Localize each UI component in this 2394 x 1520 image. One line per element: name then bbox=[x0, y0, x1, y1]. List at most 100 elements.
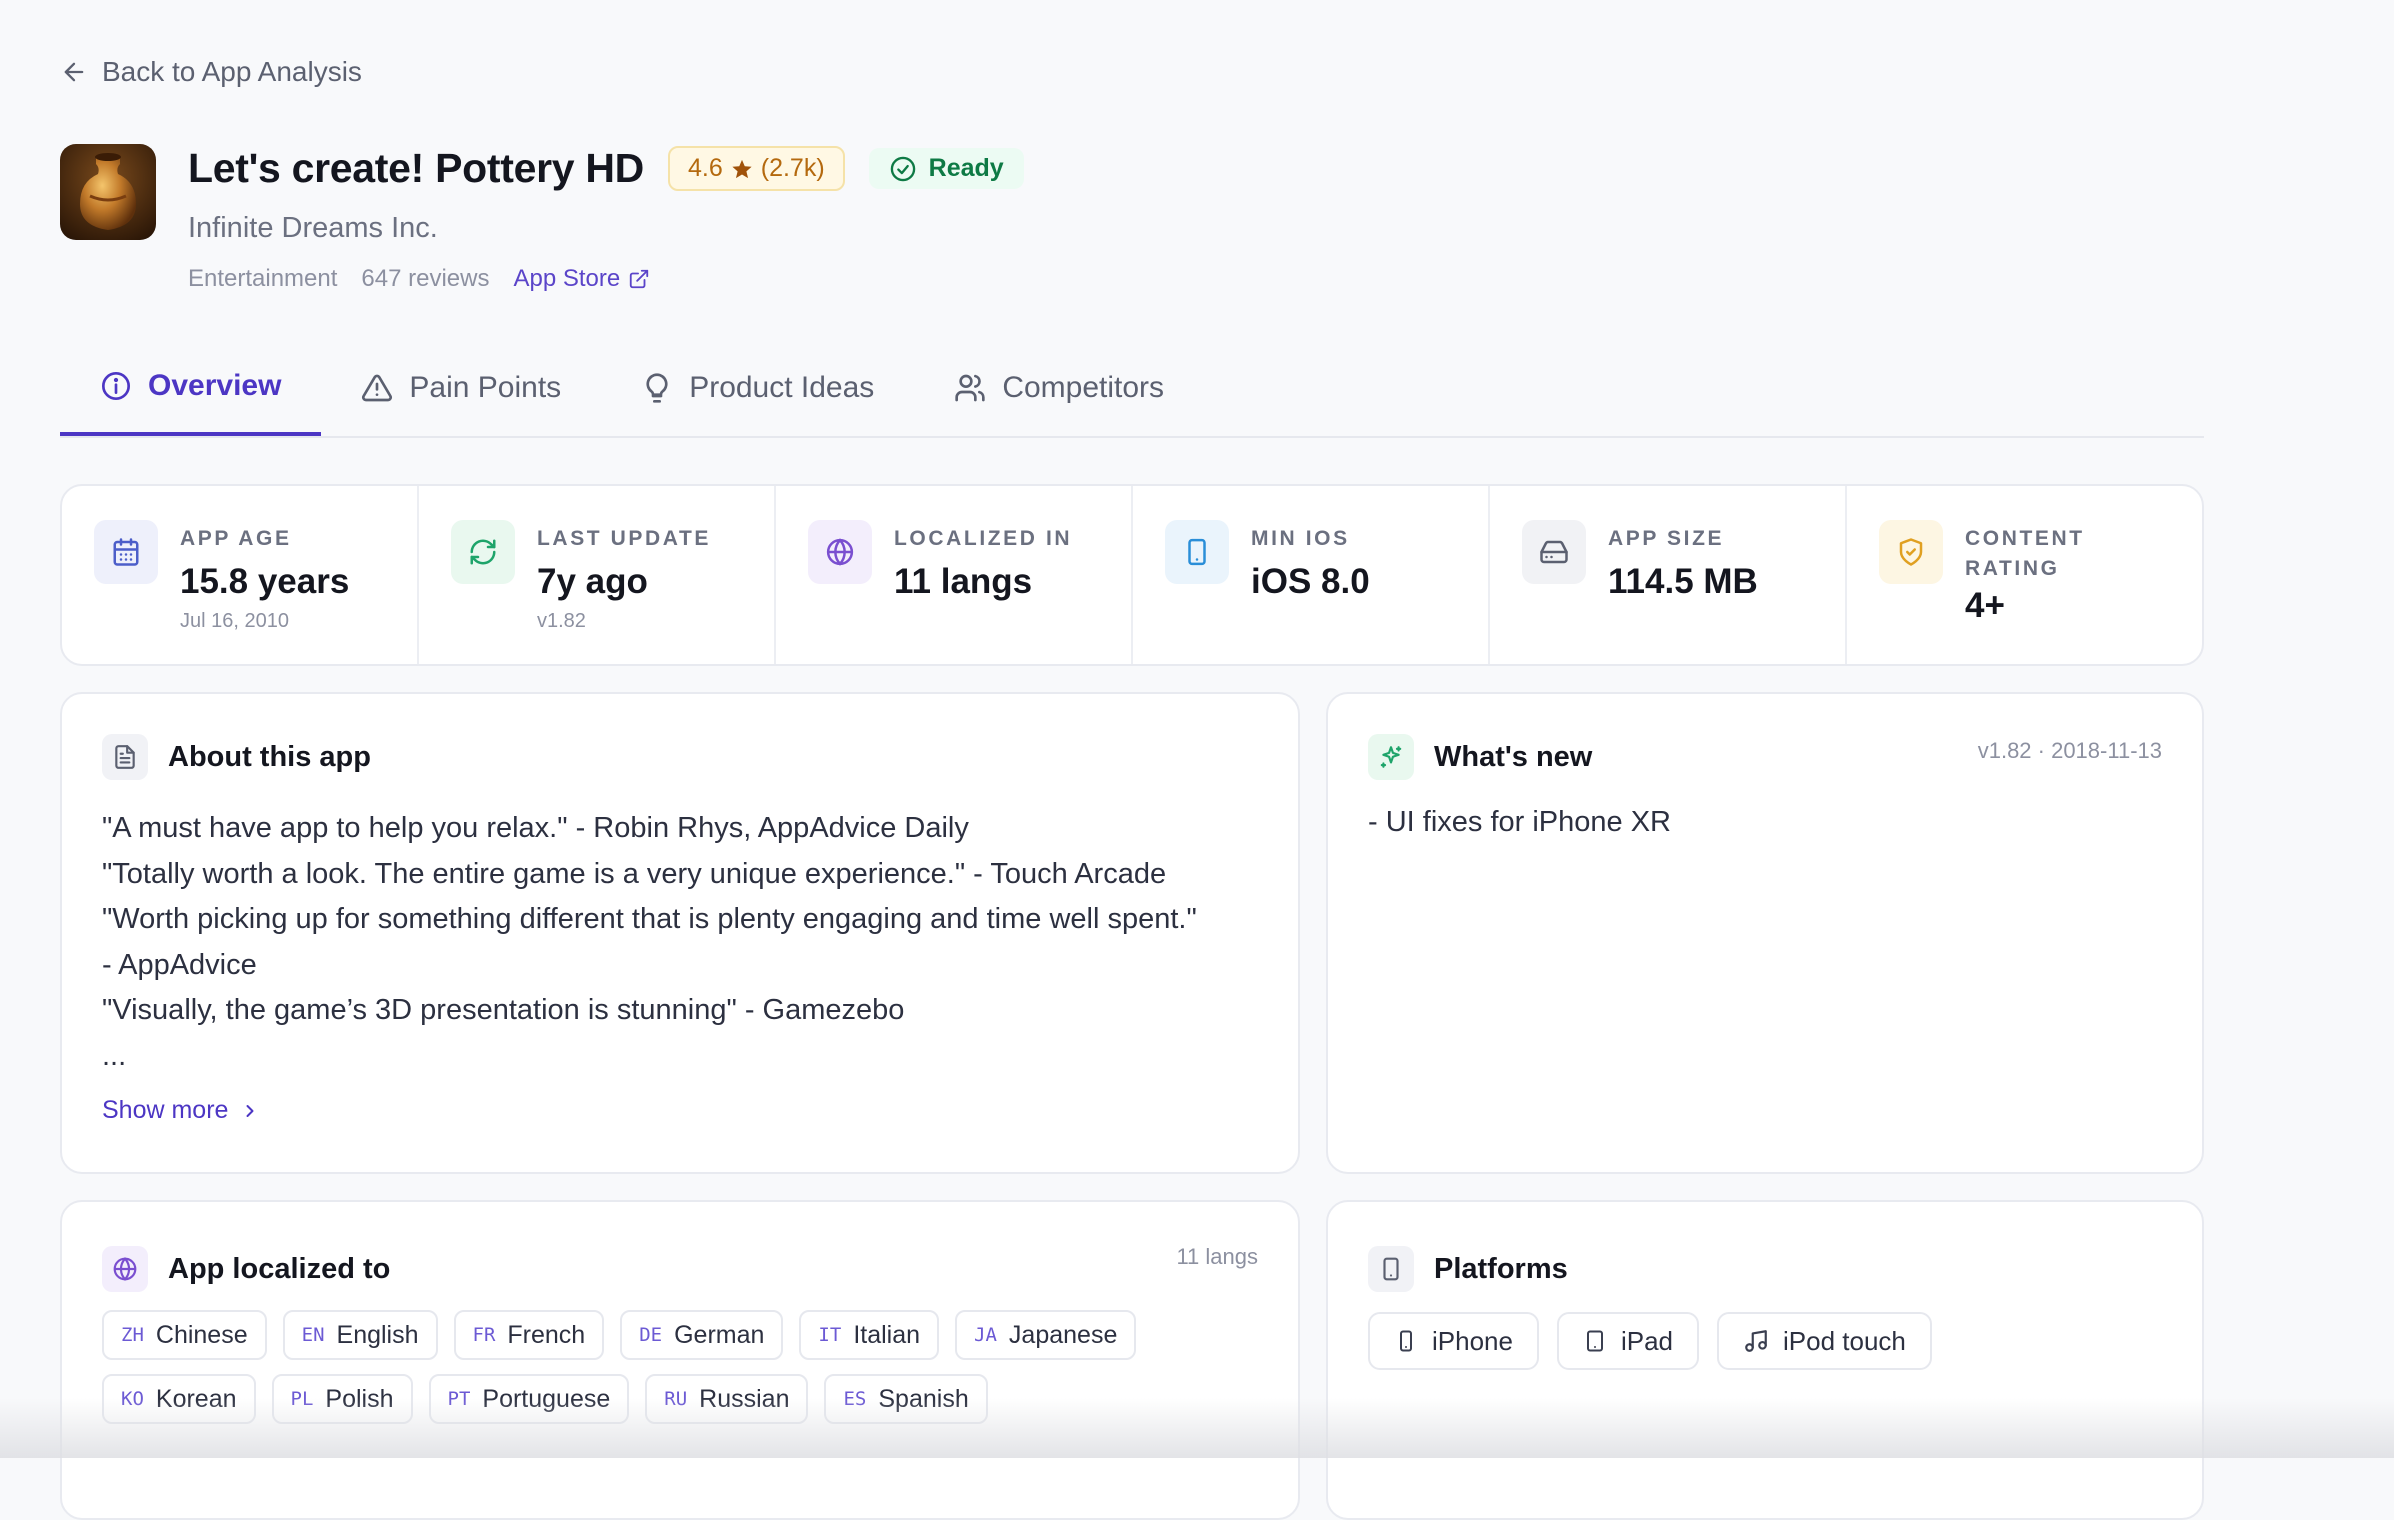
tab-bar: Overview Pain Points Product Ideas Compe… bbox=[60, 340, 2204, 438]
platform-ipod-touch[interactable]: iPod touch bbox=[1717, 1312, 1932, 1370]
language-chip: ES Spanish bbox=[824, 1374, 988, 1424]
music-icon bbox=[1743, 1328, 1769, 1354]
check-circle-icon bbox=[889, 155, 917, 183]
language-name: Japanese bbox=[1008, 1320, 1118, 1349]
language-code: RU bbox=[664, 1388, 688, 1410]
platform-iphone[interactable]: iPhone bbox=[1368, 1312, 1539, 1370]
card-title: About this app bbox=[168, 740, 371, 773]
language-chip: ZH Chinese bbox=[102, 1310, 267, 1360]
stat-app-size: APP SIZE 114.5 MB bbox=[1490, 486, 1847, 664]
app-icon bbox=[60, 144, 156, 240]
stat-label: APP SIZE bbox=[1608, 527, 1725, 550]
about-line: "Worth picking up for something differen… bbox=[102, 903, 1197, 935]
tablet-icon bbox=[1165, 520, 1229, 584]
refresh-icon bbox=[451, 520, 515, 584]
chevron-right-icon bbox=[240, 1101, 260, 1121]
card-title: Platforms bbox=[1434, 1252, 1568, 1285]
tab-label: Competitors bbox=[1002, 371, 1165, 404]
stat-last-update: LAST UPDATE 7y ago v1.82 bbox=[419, 486, 776, 664]
language-code: ZH bbox=[121, 1324, 144, 1346]
status-badge: Ready bbox=[868, 148, 1024, 189]
tab-competitors[interactable]: Competitors bbox=[914, 340, 1204, 436]
tablet-icon bbox=[1368, 1246, 1414, 1292]
about-line: "Visually, the game’s 3D presentation is… bbox=[102, 994, 905, 1026]
stat-value: 11 langs bbox=[894, 562, 1033, 601]
star-icon bbox=[731, 158, 753, 180]
phone-icon bbox=[1394, 1329, 1418, 1353]
review-count: 647 reviews bbox=[361, 265, 490, 292]
language-chip: RU Russian bbox=[645, 1374, 809, 1424]
platform-label: iPhone bbox=[1432, 1325, 1513, 1356]
app-title: Let's create! Pottery HD bbox=[188, 145, 644, 191]
stat-localized: LOCALIZED IN 11 langs bbox=[776, 486, 1133, 664]
language-chip: KO Korean bbox=[102, 1374, 256, 1424]
developer-name: Infinite Dreams Inc. bbox=[188, 212, 438, 244]
app-meta: Entertainment 647 reviews App Store bbox=[188, 265, 650, 293]
language-chip: PT Portuguese bbox=[428, 1374, 630, 1424]
stat-label: CONTENT RATING bbox=[1965, 527, 2085, 580]
about-description: "A must have app to help you relax." - R… bbox=[102, 806, 1302, 1079]
about-line: - AppAdvice bbox=[102, 948, 257, 981]
rating-value: 4.6 bbox=[687, 154, 723, 182]
language-chip: JA Japanese bbox=[955, 1310, 1137, 1360]
status-label: Ready bbox=[928, 154, 1004, 182]
about-line: "Totally worth a look. The entire game i… bbox=[102, 857, 1167, 890]
language-code: FR bbox=[472, 1324, 496, 1346]
stat-min-ios: MIN IOS iOS 8.0 bbox=[1133, 486, 1490, 664]
tab-label: Product Ideas bbox=[689, 371, 875, 404]
stat-app-age: APP AGE 15.8 years Jul 16, 2010 bbox=[62, 486, 419, 664]
platforms-header: Platforms bbox=[1368, 1246, 1568, 1292]
stat-value: 4+ bbox=[1965, 586, 2005, 625]
language-count: 11 langs bbox=[1176, 1244, 1258, 1269]
language-chip: EN English bbox=[282, 1310, 438, 1360]
stat-label: LOCALIZED IN bbox=[894, 527, 1073, 550]
back-link[interactable]: Back to App Analysis bbox=[60, 56, 362, 88]
language-code: DE bbox=[639, 1324, 663, 1346]
language-code: JA bbox=[974, 1324, 997, 1346]
arrow-left-icon bbox=[60, 58, 88, 86]
about-line: ... bbox=[102, 1039, 127, 1072]
lightbulb-icon bbox=[641, 372, 673, 404]
info-icon bbox=[100, 370, 132, 402]
calendar-icon bbox=[94, 520, 158, 584]
language-list: ZH Chinese EN English FR French DE German IT Ital… bbox=[102, 1310, 1262, 1424]
language-chip: DE German bbox=[620, 1310, 784, 1360]
language-name: English bbox=[336, 1320, 419, 1349]
card-title: What's new bbox=[1434, 740, 1593, 773]
about-header: About this app bbox=[102, 734, 371, 780]
shield-check-icon bbox=[1879, 520, 1943, 584]
language-name: Spanish bbox=[878, 1384, 969, 1413]
show-more-button[interactable]: Show more bbox=[102, 1096, 260, 1125]
globe-icon bbox=[808, 520, 872, 584]
warning-icon bbox=[361, 372, 393, 404]
card-title: App localized to bbox=[168, 1252, 391, 1285]
users-icon bbox=[954, 372, 986, 404]
localization-card: App localized to 11 langs ZH Chinese EN Eng… bbox=[60, 1200, 1300, 1520]
platform-label: iPad bbox=[1620, 1325, 1674, 1356]
language-name: French bbox=[507, 1320, 586, 1349]
whats-new-card: What's new v1.82 · 2018-11-13 - UI fixes… bbox=[1326, 692, 2204, 1174]
stat-value: 15.8 years bbox=[180, 562, 350, 601]
language-code: ES bbox=[843, 1388, 867, 1410]
platform-ipad[interactable]: iPad bbox=[1556, 1312, 1700, 1370]
tab-product-ideas[interactable]: Product Ideas bbox=[601, 340, 914, 436]
language-code: PL bbox=[290, 1388, 314, 1410]
stat-sub: v1.82 bbox=[537, 610, 586, 632]
version-date: v1.82 · 2018-11-13 bbox=[1977, 738, 2162, 763]
tab-overview[interactable]: Overview bbox=[60, 340, 322, 436]
stat-value: 114.5 MB bbox=[1608, 562, 1758, 601]
sparkles-icon bbox=[1368, 734, 1414, 780]
stat-value: iOS 8.0 bbox=[1251, 562, 1370, 601]
app-store-link[interactable]: App Store bbox=[513, 265, 650, 293]
stat-sub: Jul 16, 2010 bbox=[180, 610, 289, 632]
category: Entertainment bbox=[188, 265, 338, 292]
release-notes: - UI fixes for iPhone XR bbox=[1368, 806, 1671, 838]
language-code: EN bbox=[301, 1324, 325, 1346]
language-name: Korean bbox=[155, 1384, 237, 1413]
app-store-link-label: App Store bbox=[513, 265, 621, 292]
about-line: "A must have app to help you relax." - R… bbox=[102, 812, 969, 844]
tab-pain-points[interactable]: Pain Points bbox=[321, 340, 601, 436]
stat-label: LAST UPDATE bbox=[537, 527, 712, 550]
language-name: Polish bbox=[325, 1384, 394, 1413]
platform-list: iPhone iPad iPod touch bbox=[1368, 1312, 1932, 1370]
